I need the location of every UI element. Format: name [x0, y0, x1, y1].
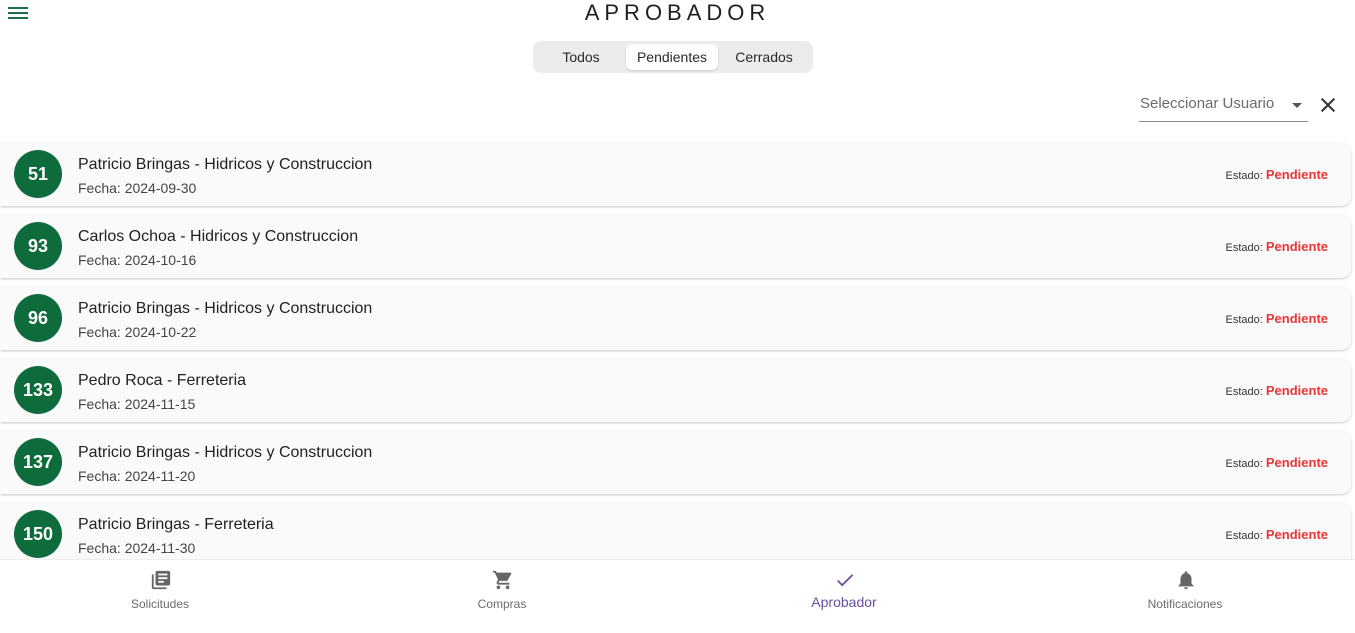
- status-segmented-control: Todos Pendientes Cerrados: [533, 41, 813, 73]
- status-label: Estado:: [1225, 170, 1263, 182]
- bell-icon: [1178, 571, 1194, 590]
- list-item[interactable]: 133 Pedro Roca - Ferreteria Fecha: 2024-…: [0, 358, 1351, 422]
- tab-pendientes[interactable]: Pendientes: [626, 44, 718, 70]
- request-date: Fecha: 2024-11-20: [78, 468, 196, 484]
- request-date: Fecha: 2024-10-16: [78, 252, 197, 268]
- user-select-dropdown[interactable]: Seleccionar Usuario: [1139, 90, 1308, 122]
- tab-cerrados[interactable]: Cerrados: [718, 44, 810, 70]
- request-number-badge: 150: [14, 510, 62, 558]
- request-title: Carlos Ochoa - Hidricos y Construccion: [78, 228, 359, 245]
- request-date: Fecha: 2024-11-30: [78, 540, 196, 556]
- status-value: Pendiente: [1265, 167, 1328, 182]
- status-badge: Estado: Pendiente: [1226, 455, 1329, 470]
- status-value: Pendiente: [1265, 527, 1328, 542]
- list-item[interactable]: 137 Patricio Bringas - Hidricos y Constr…: [0, 430, 1351, 494]
- request-number-badge: 137: [14, 438, 62, 486]
- arrow-drop-down-icon: [1292, 103, 1302, 108]
- tab-todos[interactable]: Todos: [536, 44, 626, 70]
- request-number-badge: 93: [14, 222, 62, 270]
- request-number-badge: 96: [14, 294, 62, 342]
- status-badge: Estado: Pendiente: [1226, 383, 1329, 398]
- nav-label: Compras: [477, 597, 527, 611]
- nav-label: Aprobador: [811, 594, 877, 610]
- status-value: Pendiente: [1265, 455, 1328, 470]
- shopping-cart-icon: [492, 570, 512, 590]
- nav-compras[interactable]: Compras: [402, 560, 602, 620]
- request-title: Patricio Bringas - Hidricos y Construcci…: [78, 300, 373, 317]
- status-label: Estado:: [1225, 458, 1263, 470]
- request-number-badge: 133: [14, 366, 62, 414]
- status-badge: Estado: Pendiente: [1226, 527, 1329, 542]
- status-label: Estado:: [1225, 314, 1263, 326]
- nav-notificaciones[interactable]: Notificaciones: [1085, 560, 1285, 620]
- request-date: Fecha: 2024-10-22: [78, 324, 197, 340]
- status-badge: Estado: Pendiente: [1226, 239, 1329, 254]
- nav-solicitudes[interactable]: Solicitudes: [60, 560, 260, 620]
- status-label: Estado:: [1225, 386, 1263, 398]
- request-title: Pedro Roca - Ferreteria: [78, 372, 247, 389]
- request-date: Fecha: 2024-09-30: [78, 180, 197, 196]
- status-value: Pendiente: [1265, 383, 1328, 398]
- status-label: Estado:: [1225, 242, 1263, 254]
- list-item[interactable]: 93 Carlos Ochoa - Hidricos y Construccio…: [0, 214, 1351, 278]
- request-date: Fecha: 2024-11-15: [78, 396, 196, 412]
- list-item[interactable]: 96 Patricio Bringas - Hidricos y Constru…: [0, 286, 1351, 350]
- status-value: Pendiente: [1265, 239, 1328, 254]
- user-select-placeholder: Seleccionar Usuario: [1140, 95, 1275, 112]
- list-item[interactable]: 150 Patricio Bringas - Ferreteria Fecha:…: [0, 502, 1351, 559]
- status-badge: Estado: Pendiente: [1226, 311, 1329, 326]
- close-icon[interactable]: [1318, 95, 1338, 115]
- nav-aprobador[interactable]: Aprobador: [744, 560, 944, 620]
- nav-label: Solicitudes: [130, 597, 190, 611]
- nav-label: Notificaciones: [1147, 597, 1223, 611]
- page-title: APROBADOR: [584, 0, 771, 25]
- check-icon: [837, 574, 854, 587]
- request-list: 51 Patricio Bringas - Hidricos y Constru…: [0, 141, 1355, 559]
- request-number-badge: 51: [14, 150, 62, 198]
- request-title: Patricio Bringas - Ferreteria: [78, 516, 274, 533]
- list-item[interactable]: 51 Patricio Bringas - Hidricos y Constru…: [0, 142, 1351, 206]
- request-title: Patricio Bringas - Hidricos y Construcci…: [78, 444, 373, 461]
- bottom-navigation: Solicitudes Compras Aprobador Notificaci…: [0, 559, 1355, 633]
- status-value: Pendiente: [1265, 311, 1328, 326]
- status-label: Estado:: [1225, 530, 1263, 542]
- library-books-icon: [151, 570, 171, 590]
- request-title: Patricio Bringas - Hidricos y Construcci…: [78, 156, 373, 173]
- status-badge: Estado: Pendiente: [1226, 167, 1329, 182]
